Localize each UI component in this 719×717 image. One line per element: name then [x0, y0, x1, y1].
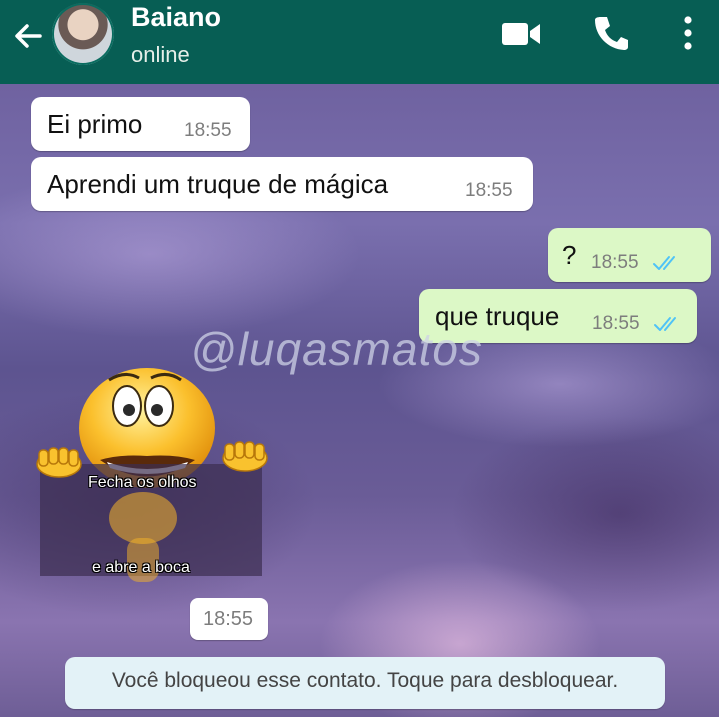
voice-call-icon[interactable] — [592, 14, 630, 52]
chat-header: Baiano online — [0, 0, 719, 84]
contact-status: online — [131, 42, 190, 67]
message-text: Ei primo — [47, 109, 143, 139]
message-bubble[interactable]: Ei primo 18:55 — [31, 97, 250, 151]
contact-name[interactable]: Baiano — [131, 2, 221, 33]
blocked-notice-text: Você bloqueou esse contato. Toque para d… — [111, 669, 619, 692]
more-options-icon[interactable] — [680, 14, 696, 52]
read-receipt-icon — [653, 256, 675, 270]
message-text: ? — [562, 240, 577, 270]
message-time: 18:55 — [203, 608, 254, 630]
message-bubble[interactable]: ? 18:55 — [548, 228, 711, 282]
message-time: 18:55 — [592, 313, 640, 334]
sticker-message[interactable]: Fecha os olhos e abre a boca — [35, 368, 270, 590]
back-arrow-icon[interactable] — [10, 18, 46, 54]
read-receipt-icon — [654, 317, 676, 331]
message-text: Aprendi um truque de mágica — [47, 169, 389, 199]
blocked-contact-notice[interactable]: Você bloqueou esse contato. Toque para d… — [65, 657, 665, 709]
message-time: 18:55 — [465, 180, 513, 201]
sticker-caption-top: Fecha os olhos — [88, 474, 197, 491]
sticker-timestamp: 18:55 — [190, 598, 268, 640]
message-time: 18:55 — [591, 252, 639, 273]
contact-avatar[interactable] — [52, 3, 114, 65]
video-call-icon[interactable] — [500, 20, 542, 48]
message-bubble[interactable]: Aprendi um truque de mágica 18:55 — [31, 157, 533, 211]
message-time: 18:55 — [184, 120, 232, 141]
sticker-caption-bottom: e abre a boca — [92, 559, 190, 576]
